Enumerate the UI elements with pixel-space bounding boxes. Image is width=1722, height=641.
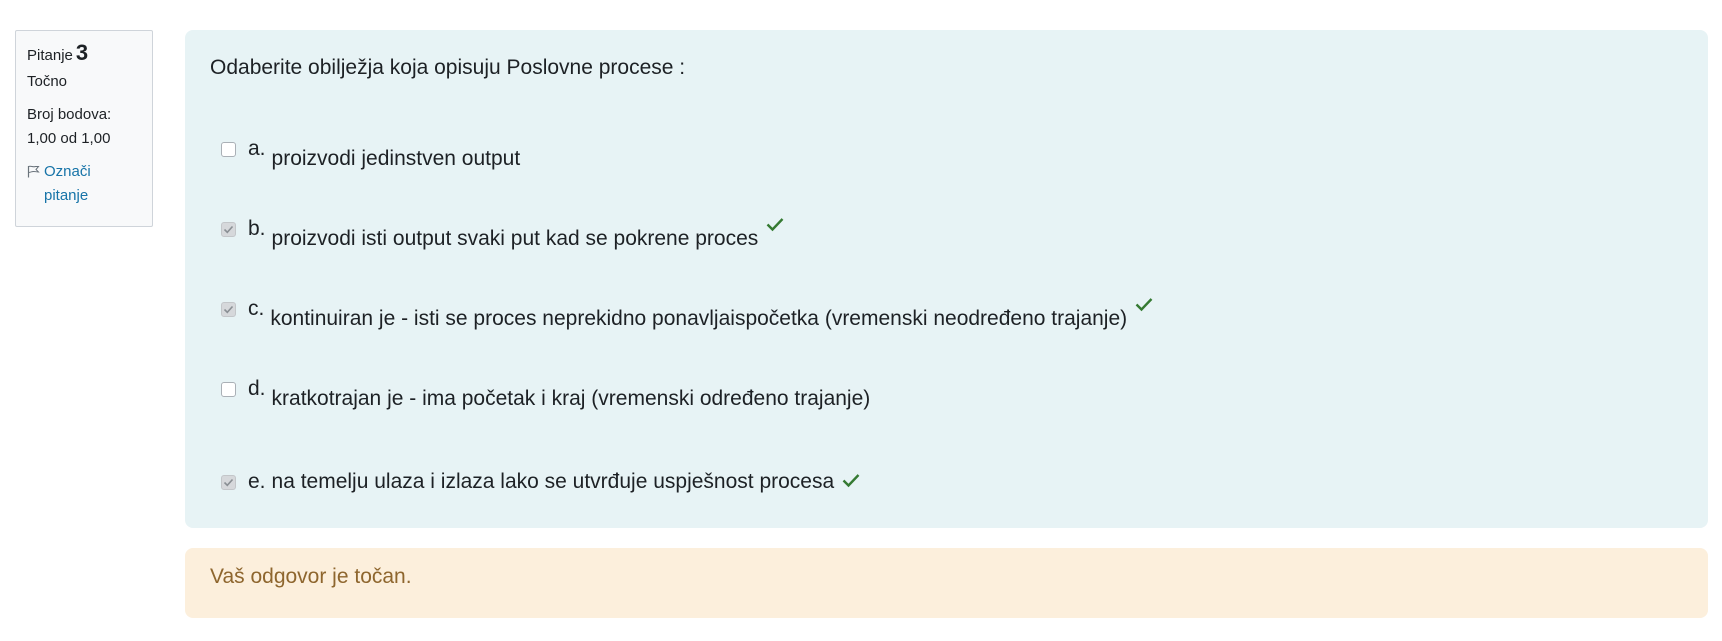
feedback-text: Vaš odgovor je točan. — [210, 565, 412, 588]
flag-icon — [27, 165, 40, 178]
answer-checkbox[interactable] — [221, 142, 236, 157]
answer-option[interactable]: b. proizvodi isti output svaki put kad se… — [221, 217, 785, 251]
answer-text[interactable]: proizvodi jedinstven output — [272, 147, 521, 171]
question-label: Pitanje — [27, 47, 73, 64]
flag-question-link[interactable]: Označi pitanje — [27, 160, 141, 208]
correct-check-icon — [765, 214, 785, 240]
question-number-line: Pitanje 3 — [27, 41, 141, 68]
question-grade: Broj bodova: 1,00 od 1,00 — [27, 103, 141, 151]
correct-check-icon — [841, 470, 861, 496]
answer-letter: a. — [248, 137, 266, 160]
answer-text[interactable]: na temelju ulaza i izlaza lako se utvrđu… — [272, 470, 835, 494]
answer-checkbox[interactable] — [221, 302, 236, 317]
flag-label-line1[interactable]: Označi — [44, 160, 91, 184]
feedback-box: Vaš odgovor je točan. — [185, 548, 1708, 618]
question-info-panel: Pitanje 3 Točno Broj bodova: 1,00 od 1,0… — [15, 30, 153, 227]
checkmark-icon — [223, 225, 234, 234]
question-number: 3 — [75, 40, 89, 65]
answer-checkbox[interactable] — [221, 475, 236, 490]
answer-text[interactable]: kratkotrajan je - ima početak i kraj (vr… — [272, 387, 871, 411]
question-text: Odaberite obilježja koja opisuju Poslovn… — [210, 56, 686, 79]
grade-label: Broj bodova: — [27, 106, 112, 123]
answer-checkbox[interactable] — [221, 382, 236, 397]
answer-text[interactable]: kontinuiran je - isti se proces neprekid… — [270, 307, 1127, 331]
question-content-box: Odaberite obilježja koja opisuju Poslovn… — [185, 30, 1708, 528]
answer-checkbox[interactable] — [221, 222, 236, 237]
checkmark-icon — [223, 305, 234, 314]
checkmark-icon — [223, 478, 234, 487]
answer-letter: d. — [248, 377, 266, 400]
answer-option[interactable]: d. kratkotrajan je - ima početak i kraj (… — [221, 377, 870, 411]
answer-letter: e. — [248, 470, 266, 493]
answer-option[interactable]: e. na temelju ulaza i izlaza lako se utvr… — [221, 470, 861, 496]
answer-letter: c. — [248, 297, 265, 320]
answer-letter: b. — [248, 217, 266, 240]
question-state: Točno — [27, 73, 68, 90]
answer-text[interactable]: proizvodi isti output svaki put kad se p… — [272, 227, 759, 251]
correct-check-icon — [1134, 294, 1154, 320]
flag-label-line2[interactable]: pitanje — [44, 184, 91, 208]
grade-value: 1,00 od 1,00 — [27, 130, 111, 147]
answer-option[interactable]: c. kontinuiran je - isti se proces neprek… — [221, 297, 1154, 331]
answer-option[interactable]: a. proizvodi jedinstven output — [221, 137, 520, 171]
